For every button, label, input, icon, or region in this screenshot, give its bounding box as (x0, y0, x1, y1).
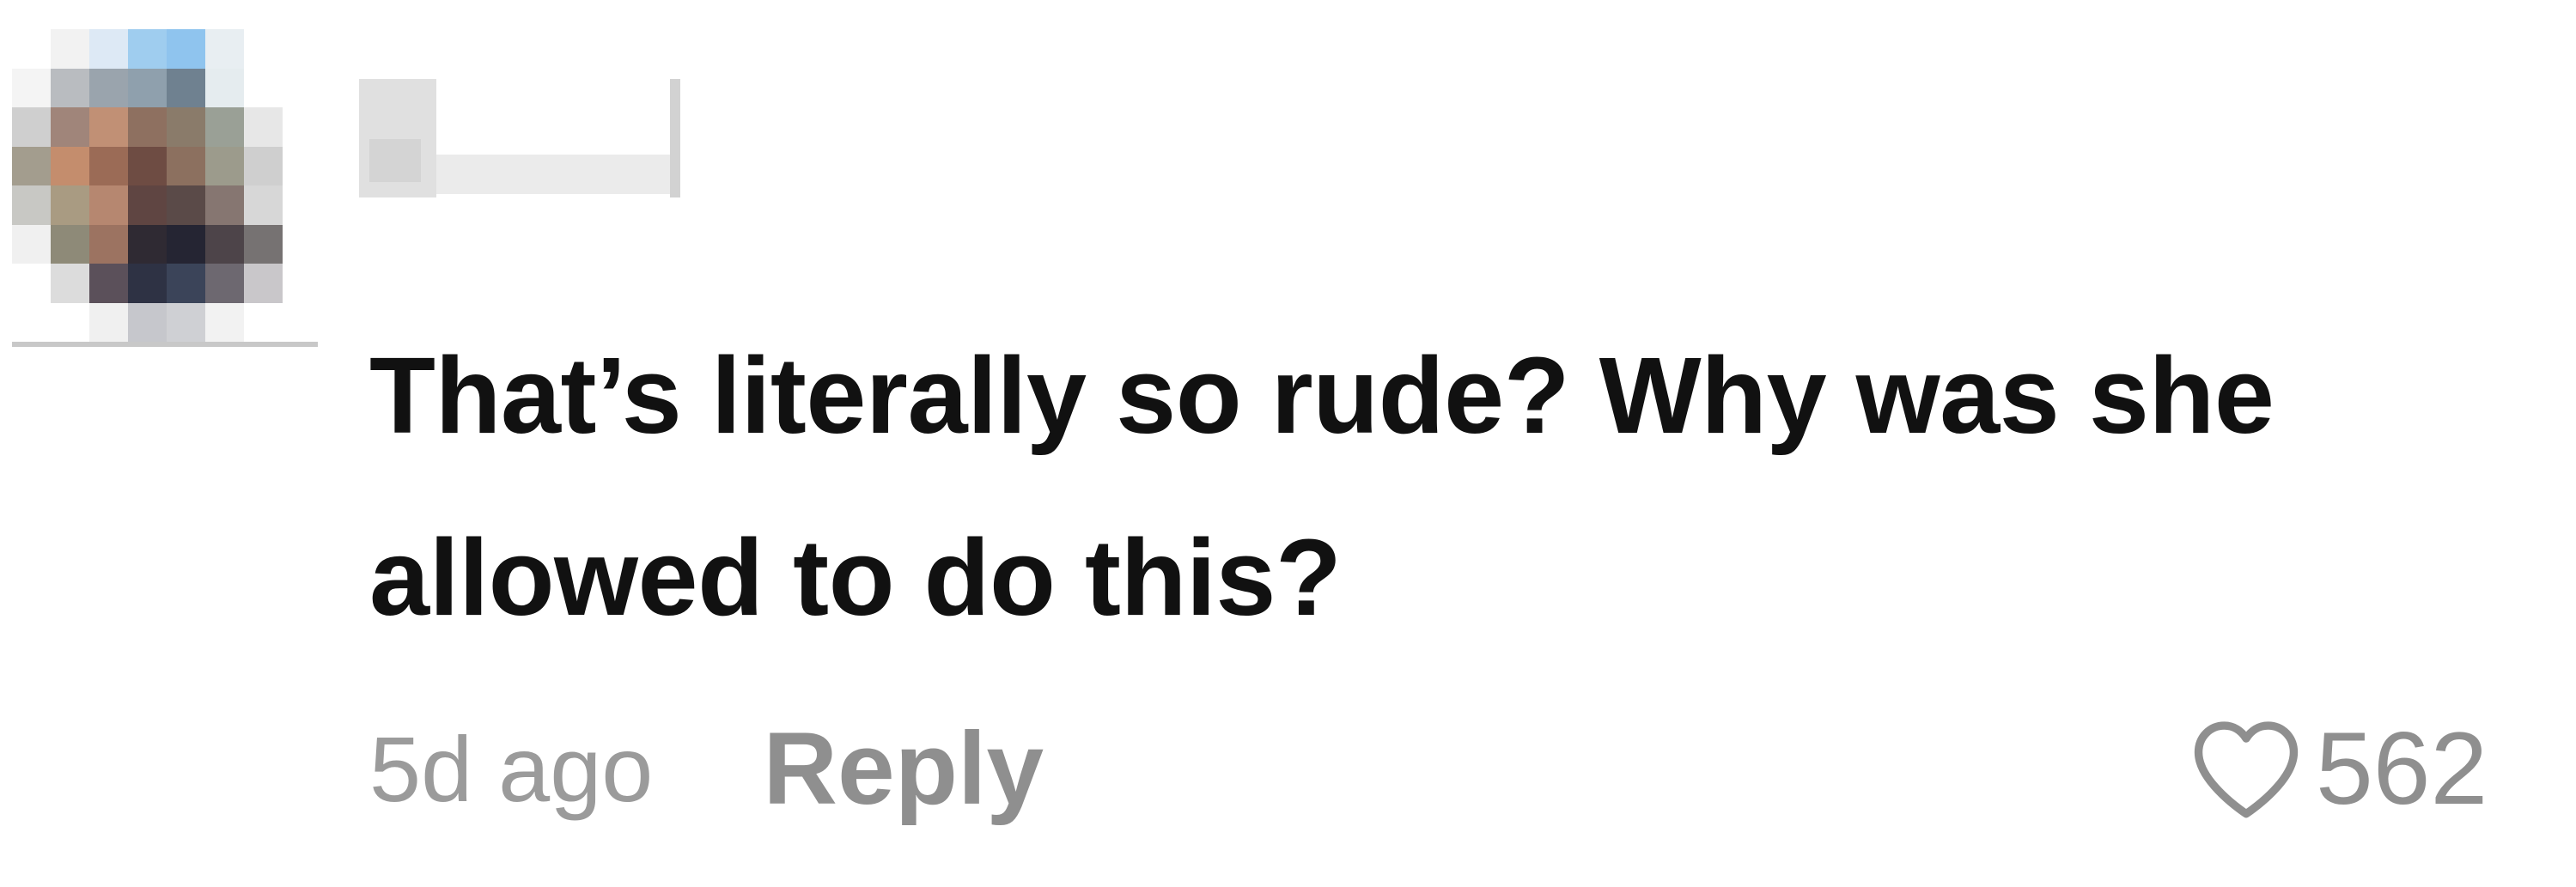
like-button[interactable]: 562 (2189, 711, 2488, 826)
username-redacted[interactable] (359, 79, 680, 197)
comment-text: That’s literally so rude? Why was she al… (369, 335, 2275, 638)
comment-timestamp: 5d ago (369, 716, 654, 821)
avatar-divider (12, 342, 318, 347)
avatar[interactable] (12, 29, 321, 342)
comment-meta: 5d ago Reply (369, 711, 1044, 826)
comment-item: That’s literally so rude? Why was she al… (0, 0, 2576, 887)
reply-button[interactable]: Reply (763, 709, 1044, 828)
like-count: 562 (2316, 711, 2488, 826)
heart-outline-icon[interactable] (2189, 716, 2304, 821)
